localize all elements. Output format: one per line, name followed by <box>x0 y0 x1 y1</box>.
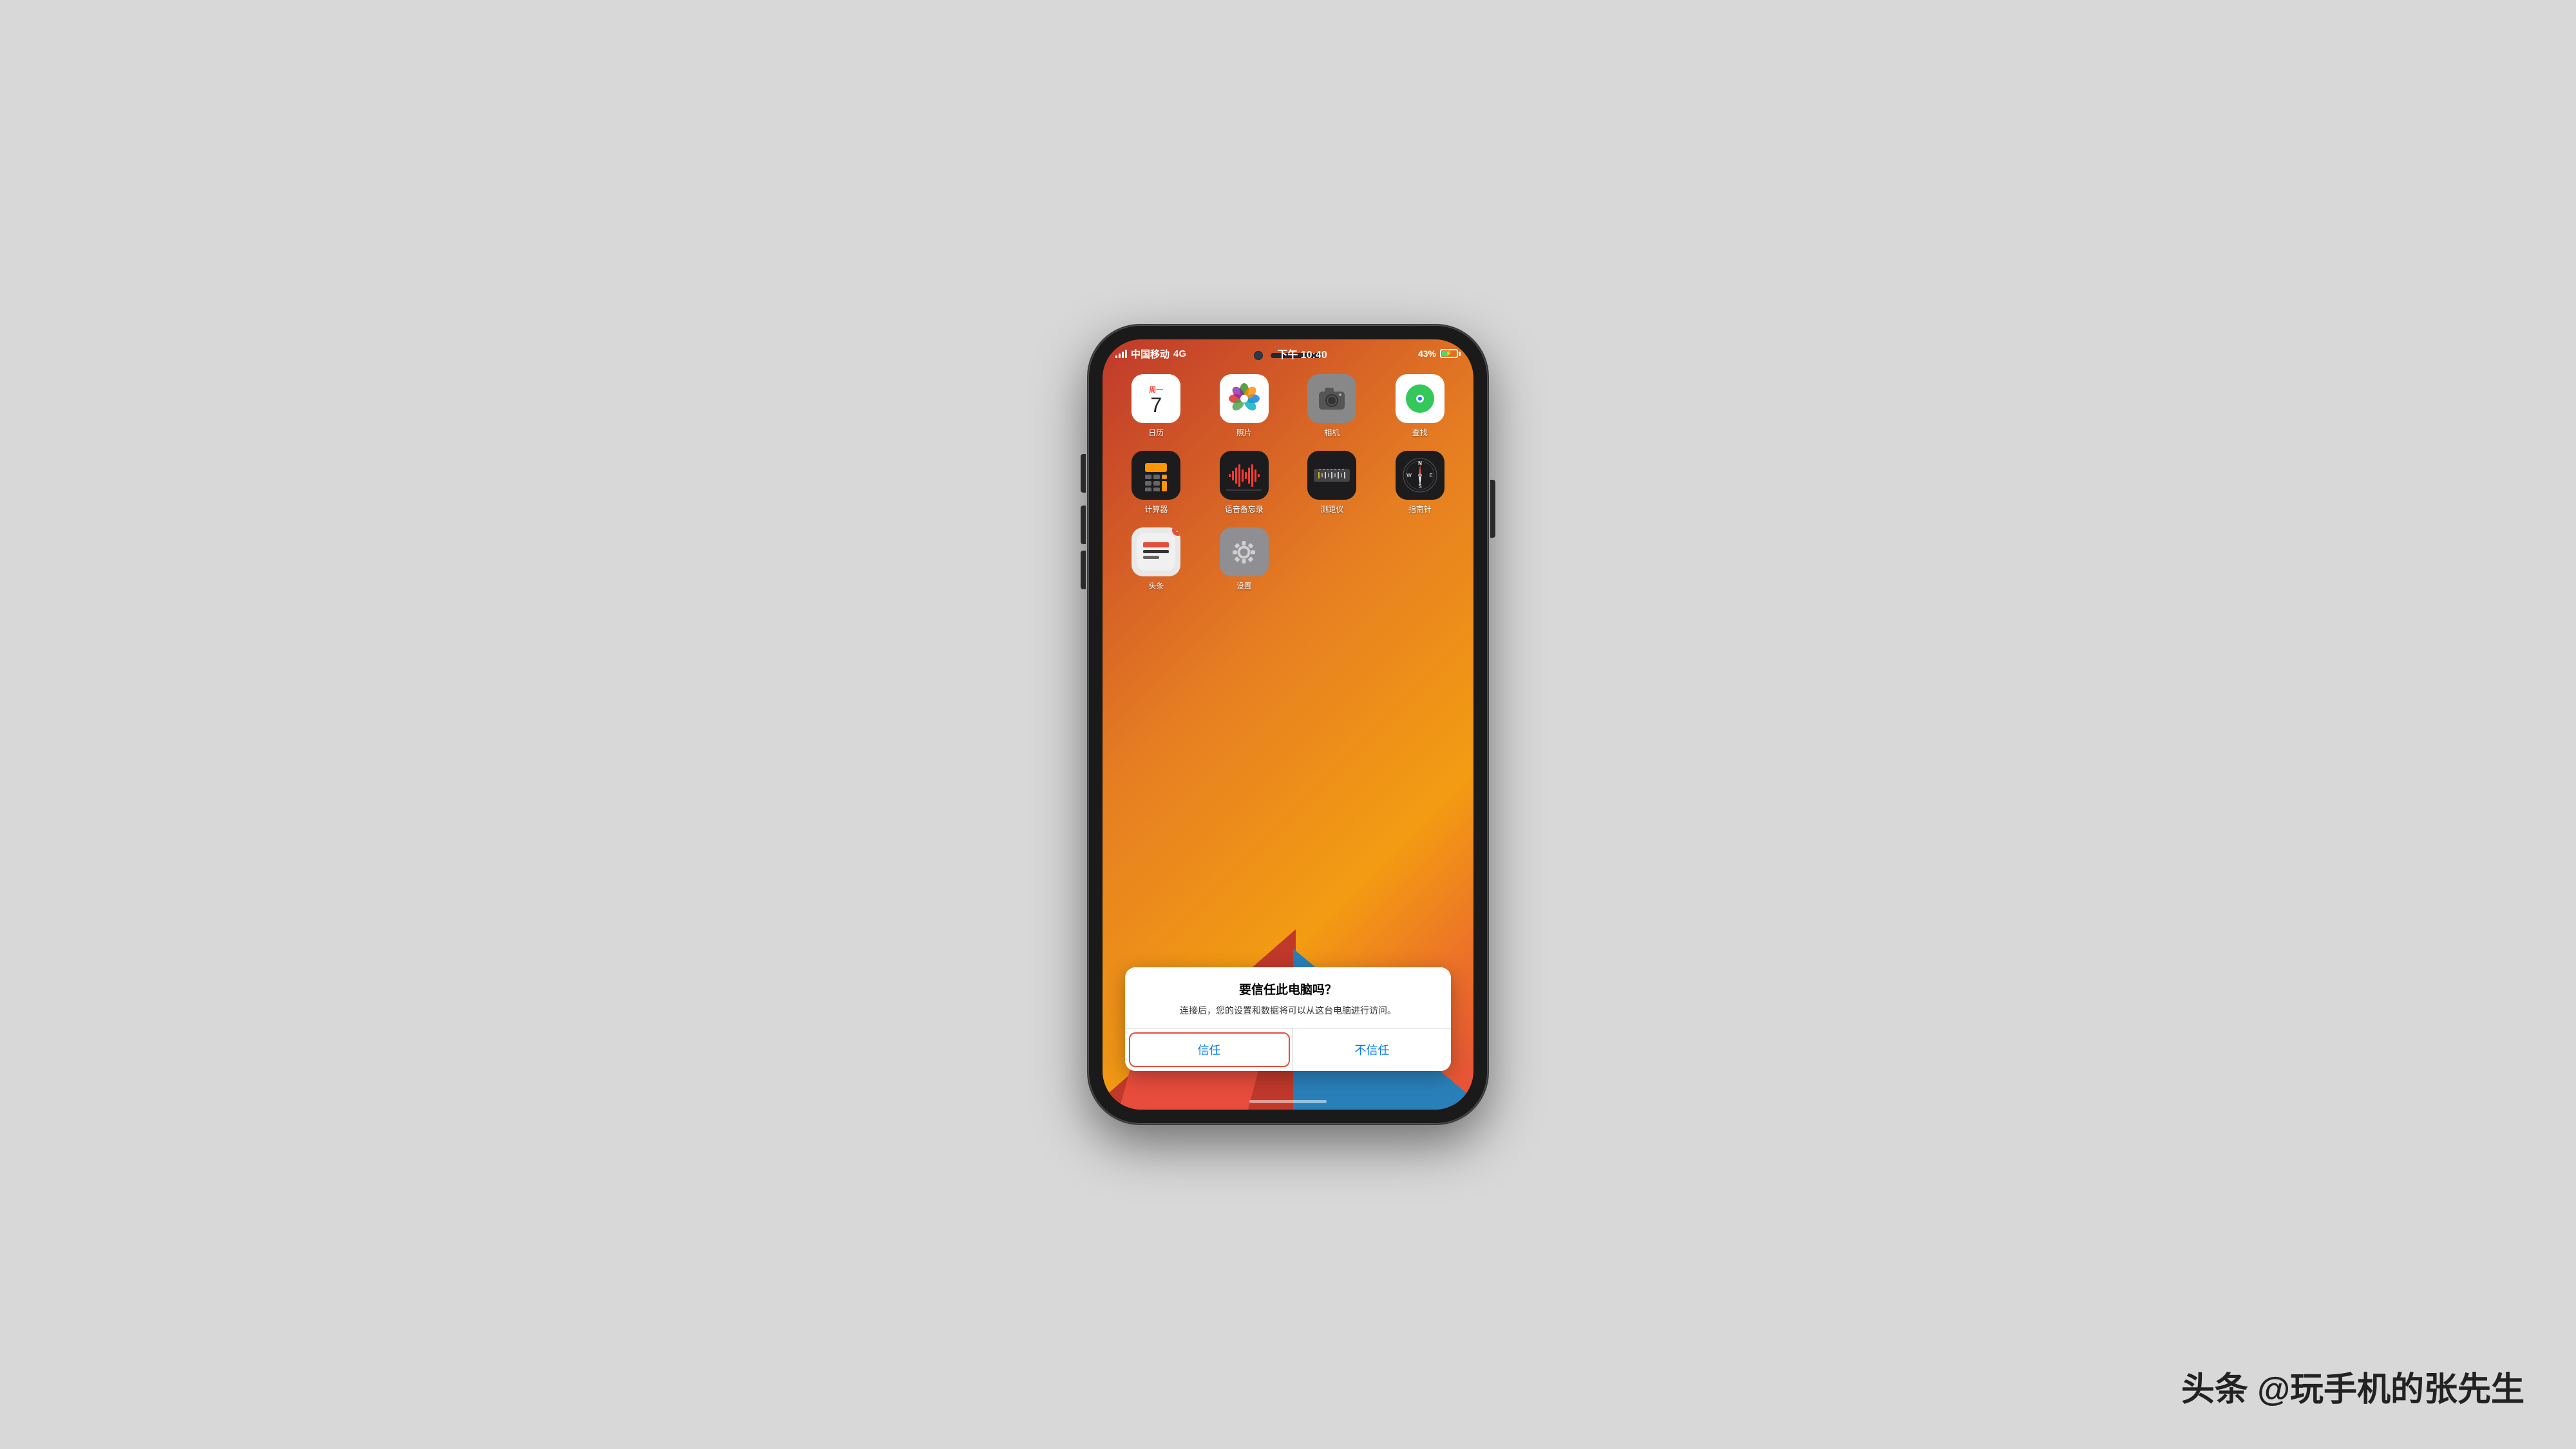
dont-trust-button[interactable]: 不信任 <box>1293 1028 1452 1071</box>
dialog-overlay: 要信任此电脑吗？ 连接后，您的设置和数据将可以从这台电脑进行访问。 信任 不信任 <box>1103 339 1473 1110</box>
dialog-message: 连接后，您的设置和数据将可以从这台电脑进行访问。 <box>1138 1004 1439 1018</box>
trust-button[interactable]: 信任 <box>1129 1032 1290 1067</box>
dialog-title: 要信任此电脑吗？ <box>1138 980 1439 998</box>
phone-screen: 中国移动 4G 下午 10:40 43% ⚡ 周一 <box>1103 339 1473 1110</box>
dialog-content: 要信任此电脑吗？ 连接后，您的设置和数据将可以从这台电脑进行访问。 <box>1125 967 1452 1028</box>
phone-device: 中国移动 4G 下午 10:40 43% ⚡ 周一 <box>1088 325 1488 1124</box>
dialog-buttons: 信任 不信任 <box>1125 1028 1452 1071</box>
trust-dialog: 要信任此电脑吗？ 连接后，您的设置和数据将可以从这台电脑进行访问。 信任 不信任 <box>1125 967 1452 1071</box>
watermark-text: 头条 @玩手机的张先生 <box>2181 1362 2524 1410</box>
